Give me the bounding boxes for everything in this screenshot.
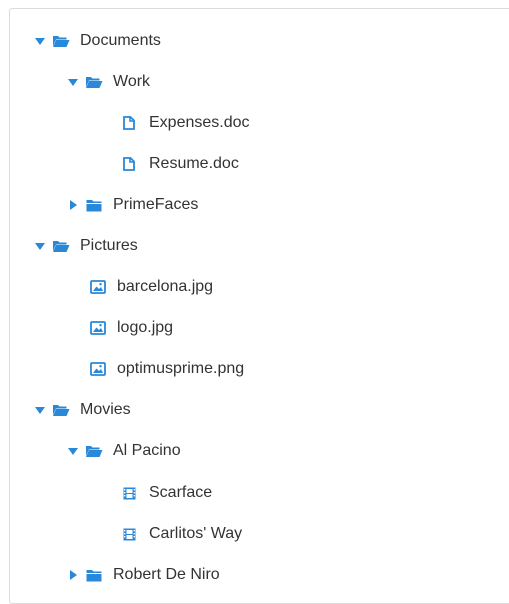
folder-icon [85,197,103,213]
image-icon [90,279,106,295]
caret-down-icon[interactable] [34,240,46,252]
tree-node-label: Expenses.doc [149,114,250,131]
film-icon [122,485,136,501]
folder-open-icon [52,238,70,254]
tree-node-label: Work [113,73,151,90]
tree-node-pictures[interactable]: Pictures [34,230,138,262]
tree-node-primefaces[interactable]: PrimeFaces [67,189,198,221]
image-icon [90,361,106,377]
caret-down-icon[interactable] [67,76,79,88]
document-icon [122,156,136,172]
folder-open-icon [52,402,70,418]
folder-open-icon [85,74,103,90]
tree-node-logo-jpg[interactable]: logo.jpg [90,312,173,344]
tree-node-label: Robert De Niro [113,566,220,583]
tree-node-work[interactable]: Work [67,66,150,98]
tree-node-label: Al Pacino [113,442,181,459]
caret-down-icon[interactable] [34,35,46,47]
tree-node-optimusprime-png[interactable]: optimusprime.png [90,353,244,385]
tree-node-label: Pictures [80,237,138,254]
tree-node-label: Scarface [149,484,213,501]
document-icon [122,115,136,131]
tree-node-documents[interactable]: Documents [34,25,161,57]
folder-open-icon [85,443,103,459]
image-icon [90,320,106,336]
folder-icon [85,567,103,583]
tree-node-barcelona-jpg[interactable]: barcelona.jpg [90,271,213,303]
tree-node-robert-de-niro[interactable]: Robert De Niro [67,559,220,591]
tree-node-label: Resume.doc [149,155,239,172]
tree-node-label: optimusprime.png [117,360,245,377]
folder-open-icon [52,33,70,49]
caret-down-icon[interactable] [67,445,79,457]
tree-node-label: Movies [80,401,131,418]
caret-down-icon[interactable] [34,404,46,416]
tree-node-carlitos-way[interactable]: Carlitos' Way [122,518,242,550]
tree-node-label: barcelona.jpg [117,278,214,295]
caret-right-icon[interactable] [67,199,79,211]
film-icon [122,526,136,542]
tree-node-movies[interactable]: Movies [34,394,131,426]
tree-node-label: Carlitos' Way [149,525,243,542]
tree-node-al-pacino[interactable]: Al Pacino [67,435,181,467]
tree-node-scarface[interactable]: Scarface [122,477,212,509]
tree-node-resume-doc[interactable]: Resume.doc [122,148,239,180]
caret-right-icon[interactable] [67,569,79,581]
tree-node-label: Documents [80,32,161,49]
tree-node-label: PrimeFaces [113,196,199,213]
tree-node-expenses-doc[interactable]: Expenses.doc [122,107,250,139]
tree-node-label: logo.jpg [117,319,174,336]
